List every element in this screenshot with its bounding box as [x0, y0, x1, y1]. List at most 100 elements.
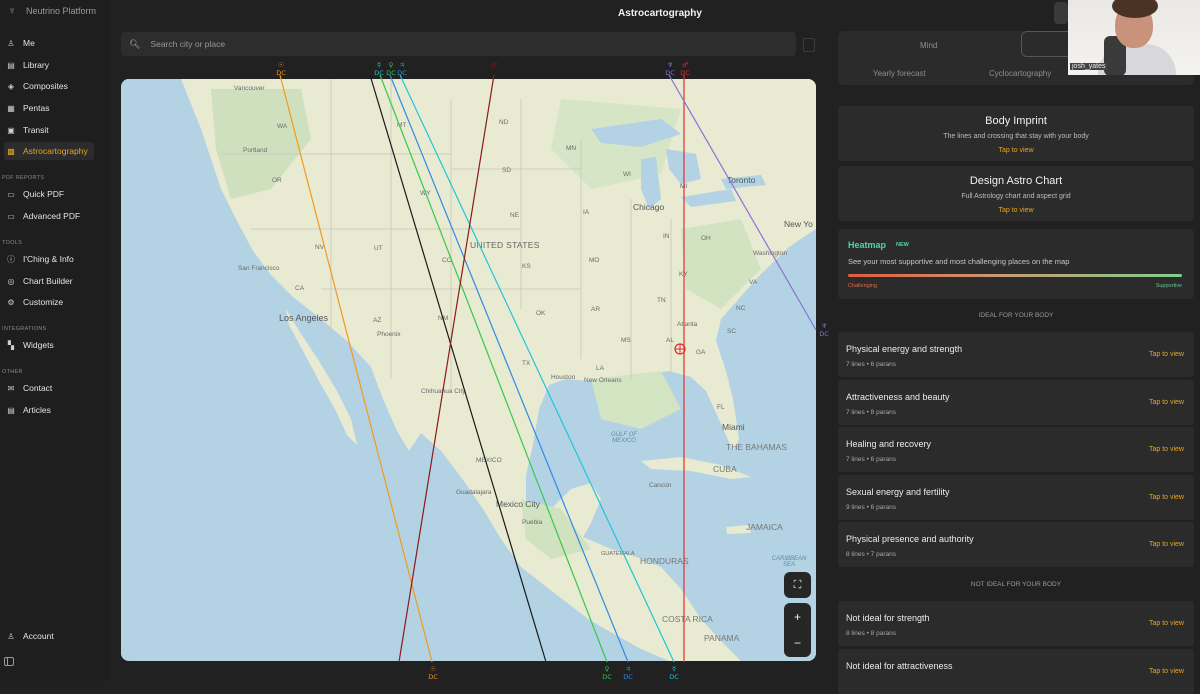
sidebar-item-me[interactable]: ♙ Me: [4, 34, 94, 52]
line-symbol: ☿: [672, 665, 676, 673]
map-label: CARIBBEAN SEA: [771, 556, 807, 568]
map-label: New Yo: [784, 219, 813, 229]
brand[interactable]: ♆ Neutrino Platform: [6, 4, 96, 18]
map-label: MEXICO: [476, 457, 502, 464]
sidebar-item-transit[interactable]: ▣ Transit: [4, 121, 94, 139]
row-title: Not ideal for strength: [846, 613, 930, 623]
zoom-out-button[interactable]: −: [794, 630, 801, 656]
design-astro-chart-card[interactable]: Design Astro Chart Full Astrology chart …: [838, 166, 1194, 221]
tab-yearly-forecast[interactable]: Yearly forecast: [873, 69, 926, 78]
heatmap-high-label: Supportive: [1155, 283, 1182, 289]
map-label: NC: [736, 305, 746, 312]
line-tag: DC: [669, 673, 679, 681]
heatmap-low-label: Challenging: [848, 283, 878, 289]
line-tag: DC: [386, 69, 396, 77]
tab-mind[interactable]: Mind: [920, 41, 937, 50]
list-item[interactable]: Attractiveness and beauty 7 lines • 8 pa…: [838, 380, 1194, 425]
sidebar-item-pentas[interactable]: ▦ Pentas: [4, 99, 94, 117]
line-symbol: ☿: [377, 61, 381, 69]
row-meta: 7 lines • 8 parans: [846, 409, 896, 416]
sidebar-item-label: Widgets: [23, 340, 54, 350]
map-label: THE BAHAMAS: [726, 442, 787, 452]
record-button[interactable]: [1054, 2, 1068, 24]
map-label: Phoenix: [377, 331, 401, 338]
list-item[interactable]: Sexual energy and fertility 9 lines • 6 …: [838, 475, 1194, 520]
map[interactable]: Vancouver WA Portland OR NV San Francisc…: [121, 79, 816, 661]
list-item[interactable]: Physical presence and authority 8 lines …: [838, 522, 1194, 567]
tab-cyclocartography[interactable]: Cyclocartography: [989, 69, 1051, 78]
map-layers-icon[interactable]: [803, 38, 815, 52]
sidebar-item-label: Library: [23, 60, 49, 70]
tap-to-view-link[interactable]: Tap to view: [1149, 446, 1184, 453]
list-item[interactable]: Not ideal for attractiveness Tap to view: [838, 649, 1194, 694]
ideal-heading: IDEAL FOR YOUR BODY: [978, 312, 1054, 319]
line-tag: DC: [602, 673, 612, 681]
row-title: Attractiveness and beauty: [846, 392, 950, 402]
sidebar-item-astrocartography[interactable]: ▩ Astrocartography: [4, 142, 94, 160]
map-label: WY: [420, 190, 431, 197]
page-title: Astrocartography: [618, 8, 702, 19]
sidebar-item-account[interactable]: ♙ Account: [4, 627, 94, 645]
sidebar-item-label: Me: [23, 38, 35, 48]
map-label: AZ: [373, 317, 382, 324]
row-title: Sexual energy and fertility: [846, 487, 950, 497]
chart-icon: ◎: [7, 276, 15, 286]
heatmap-description: See your most supportive and most challe…: [848, 257, 1070, 266]
sidebar-item-quick-pdf[interactable]: ▭ Quick PDF: [4, 185, 94, 203]
tap-to-view-link[interactable]: Tap to view: [1149, 494, 1184, 501]
sidebar-item-contact[interactable]: ✉ Contact: [4, 379, 94, 397]
map-label: IA: [583, 209, 590, 216]
map-label: OR: [272, 177, 282, 184]
tap-to-view-link[interactable]: Tap to view: [1149, 620, 1184, 627]
sidebar-item-label: Quick PDF: [23, 189, 65, 199]
card-subtitle: The lines and crossing that stay with yo…: [943, 133, 1089, 140]
fullscreen-button[interactable]: ⛶: [784, 572, 811, 598]
sidebar-item-advanced-pdf[interactable]: ▭ Advanced PDF: [4, 207, 94, 225]
tap-to-view-link[interactable]: Tap to view: [1149, 541, 1184, 548]
map-label: NE: [510, 212, 520, 219]
sidebar-item-customize[interactable]: ⚙ Customize: [4, 293, 94, 311]
card-tap-link[interactable]: Tap to view: [838, 147, 1194, 154]
map-icon: ▩: [7, 146, 15, 156]
tap-to-view-link[interactable]: Tap to view: [1149, 399, 1184, 406]
search-input[interactable]: [148, 38, 753, 50]
transit-icon: ▣: [7, 125, 15, 135]
map-label: KY: [679, 271, 688, 278]
sidebar-item-chart-builder[interactable]: ◎ Chart Builder: [4, 272, 94, 290]
map-label: JAMAICA: [746, 522, 783, 532]
article-icon: ▤: [7, 405, 15, 415]
sidebar-item-library[interactable]: ▤ Library: [4, 56, 94, 74]
sidebar-item-label: Pentas: [23, 103, 50, 113]
list-item[interactable]: Physical energy and strength 7 lines • 6…: [838, 332, 1194, 377]
card-tap-link[interactable]: Tap to view: [838, 207, 1194, 214]
list-item[interactable]: Not ideal for strength 8 lines • 8 paran…: [838, 601, 1194, 646]
heatmap-title: Heatmap: [848, 240, 887, 250]
line-tag: DC: [665, 69, 675, 77]
sidebar-item-composites[interactable]: ◈ Composites: [4, 77, 94, 95]
sidebar-item-label: Composites: [23, 81, 68, 91]
sidebar-collapse-icon[interactable]: [4, 657, 14, 666]
list-item[interactable]: Healing and recovery 7 lines • 6 parans …: [838, 427, 1194, 472]
line-tag: DC: [428, 673, 438, 681]
sidebar-item-widgets[interactable]: ▚ Widgets: [4, 336, 94, 354]
map-label: AR: [591, 306, 601, 313]
heatmap-card[interactable]: Heatmap NEW See your most supportive and…: [838, 229, 1194, 299]
map-label: PANAMA: [704, 633, 740, 643]
line-symbol: ♀: [389, 61, 394, 69]
sidebar-item-iching[interactable]: ⓘ I'Ching & Info: [4, 250, 94, 268]
section-label-pdf-reports: PDF REPORTS: [2, 175, 45, 181]
zoom-in-button[interactable]: +: [794, 604, 801, 630]
tap-to-view-link[interactable]: Tap to view: [1149, 351, 1184, 358]
body-imprint-card[interactable]: Body Imprint The lines and crossing that…: [838, 106, 1194, 161]
tap-to-view-link[interactable]: Tap to view: [1149, 668, 1184, 675]
line-tag: DC: [397, 69, 407, 77]
map-label: Chicago: [633, 202, 665, 212]
search-bar[interactable]: 🔍︎: [121, 32, 796, 56]
row-meta: 7 lines • 6 parans: [846, 456, 896, 463]
map-label: Puebla: [522, 519, 543, 526]
line-symbol: ♂: [491, 61, 497, 69]
line-symbol: ♂: [682, 61, 688, 69]
map-label: MN: [566, 145, 577, 152]
map-label: UNITED STATES: [470, 240, 540, 250]
sidebar-item-articles[interactable]: ▤ Articles: [4, 401, 94, 419]
